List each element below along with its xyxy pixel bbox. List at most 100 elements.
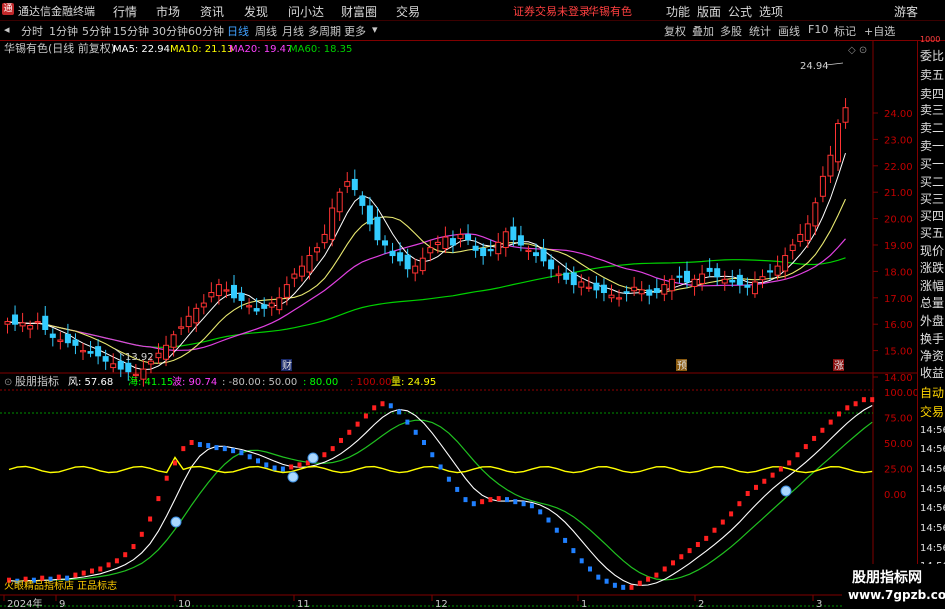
period-more[interactable]: 更多 xyxy=(344,23,366,39)
candle xyxy=(27,325,34,330)
period-daily[interactable]: 日线 xyxy=(227,23,249,39)
candle xyxy=(276,297,283,311)
menu-market[interactable]: 市场 xyxy=(156,3,180,20)
side-item[interactable]: 买四 xyxy=(920,207,944,224)
period-60min[interactable]: 60分钟 xyxy=(188,23,224,39)
side-item[interactable]: 买五 xyxy=(920,224,944,241)
period-5min[interactable]: 5分钟 xyxy=(82,23,111,39)
indicator-toggle-icon[interactable]: ⊙ xyxy=(4,377,12,388)
candle xyxy=(351,178,358,191)
candle xyxy=(525,249,532,252)
side-item[interactable]: 卖一 xyxy=(920,137,944,154)
menu-quotes[interactable]: 行情 xyxy=(113,3,137,20)
candle xyxy=(774,265,781,276)
period-tick[interactable]: 分时 xyxy=(21,23,43,39)
period-multi[interactable]: 多周期 xyxy=(308,23,341,39)
wave-bar xyxy=(272,465,277,471)
period-15min[interactable]: 15分钟 xyxy=(113,23,149,39)
wave-bar xyxy=(322,452,327,458)
side-item[interactable]: 交易 xyxy=(920,403,944,420)
side-item[interactable]: 卖二 xyxy=(920,119,944,136)
candle xyxy=(812,202,819,227)
wave-bar xyxy=(156,496,161,502)
candle xyxy=(374,216,381,241)
candle xyxy=(510,226,517,241)
wave-bar xyxy=(679,554,684,560)
side-item[interactable]: 14:56 xyxy=(920,464,945,475)
event-mark-finance[interactable]: 财 xyxy=(281,359,292,372)
menu-trade[interactable]: 交易 xyxy=(396,3,420,20)
side-item[interactable]: 买二 xyxy=(920,173,944,190)
price-tick-label: 20.00 xyxy=(884,215,913,226)
price-tick-label: 15.00 xyxy=(884,347,913,358)
menu-options[interactable]: 选项 xyxy=(759,3,783,20)
btn-mark[interactable]: 标记 xyxy=(834,23,856,39)
toolbar-back-icon[interactable]: ◂ xyxy=(4,23,10,36)
menu-discover[interactable]: 发现 xyxy=(244,3,268,20)
side-item[interactable]: 卖五 xyxy=(920,66,944,83)
side-item[interactable]: 14:56 xyxy=(920,425,945,436)
btn-add-watchlist[interactable]: +自选 xyxy=(864,23,895,39)
candle xyxy=(397,252,404,262)
wave-bar xyxy=(463,497,468,503)
period-monthly[interactable]: 月线 xyxy=(282,23,304,39)
btn-f10[interactable]: F10 xyxy=(808,23,828,36)
candle xyxy=(819,175,826,197)
side-item[interactable]: 卖三 xyxy=(920,101,944,118)
side-item[interactable]: 买三 xyxy=(920,190,944,207)
side-item[interactable]: 总量 xyxy=(920,294,944,311)
event-mark-forecast[interactable]: 预 xyxy=(676,359,687,372)
side-item[interactable]: 现价 xyxy=(920,242,944,259)
side-item[interactable]: 外盘 xyxy=(920,312,944,329)
btn-draw[interactable]: 画线 xyxy=(778,23,800,39)
side-item[interactable]: 换手 xyxy=(920,330,944,347)
chart-settings-icon[interactable]: ◇ ⊙ xyxy=(848,45,867,56)
event-mark-limit-up[interactable]: 涨 xyxy=(833,359,844,372)
side-item[interactable]: 涨幅 xyxy=(920,277,944,294)
candle xyxy=(608,294,615,299)
side-item[interactable]: 收益 xyxy=(920,364,944,381)
btn-overlay[interactable]: 叠加 xyxy=(692,23,714,39)
candle xyxy=(714,268,721,278)
svg-text:涨: 涨 xyxy=(834,360,844,372)
login-status[interactable]: 证券交易未登录 xyxy=(513,3,590,19)
menu-layout[interactable]: 版面 xyxy=(697,3,721,20)
wave-bar xyxy=(106,562,111,568)
wave-bar xyxy=(397,409,402,415)
indicator-tick-label: 50.00 xyxy=(884,439,913,450)
period-30min[interactable]: 30分钟 xyxy=(152,23,188,39)
btn-stats[interactable]: 统计 xyxy=(749,23,771,39)
side-item[interactable]: 14:56 xyxy=(920,503,945,514)
btn-multistock[interactable]: 多股 xyxy=(720,23,742,39)
date-tick-label: 2024年 xyxy=(7,597,42,609)
side-item[interactable]: 14:56 xyxy=(920,484,945,495)
menu-news[interactable]: 资讯 xyxy=(200,3,224,20)
side-item[interactable]: 自动 xyxy=(920,384,944,401)
side-item[interactable]: 14:56 xyxy=(920,444,945,455)
side-item[interactable]: 委比 xyxy=(920,47,944,64)
period-weekly[interactable]: 周线 xyxy=(255,23,277,39)
chart-area[interactable]: 华锡有色(日线 前复权) MA5: 22.94 MA10: 21.13MA20: … xyxy=(0,41,917,609)
candle xyxy=(744,284,751,288)
menu-wealth[interactable]: 财富圈 xyxy=(341,3,377,20)
side-item[interactable]: 净资 xyxy=(920,347,944,364)
candle xyxy=(631,286,638,292)
side-item[interactable]: 卖四 xyxy=(920,85,944,102)
ma-label-1: MA10: 21.13 xyxy=(170,44,233,55)
candle xyxy=(684,270,690,283)
side-item[interactable]: 买一 xyxy=(920,155,944,172)
toolbar-dropdown-icon[interactable]: ▾ xyxy=(372,23,378,36)
menu-functions[interactable]: 功能 xyxy=(666,3,690,20)
btn-adjust[interactable]: 复权 xyxy=(664,23,686,39)
candle xyxy=(736,274,743,286)
period-1min[interactable]: 1分钟 xyxy=(49,23,78,39)
side-item[interactable]: 14:56 xyxy=(920,523,945,534)
side-item[interactable]: 涨跌 xyxy=(920,259,944,276)
menu-ask[interactable]: 问小达 xyxy=(288,3,324,20)
candle xyxy=(110,363,117,369)
menu-guest[interactable]: 游客 xyxy=(894,3,918,20)
side-item[interactable]: 14:56 xyxy=(920,543,945,554)
menu-formula[interactable]: 公式 xyxy=(728,3,752,20)
candle xyxy=(449,238,456,246)
wave-bar xyxy=(845,405,850,411)
